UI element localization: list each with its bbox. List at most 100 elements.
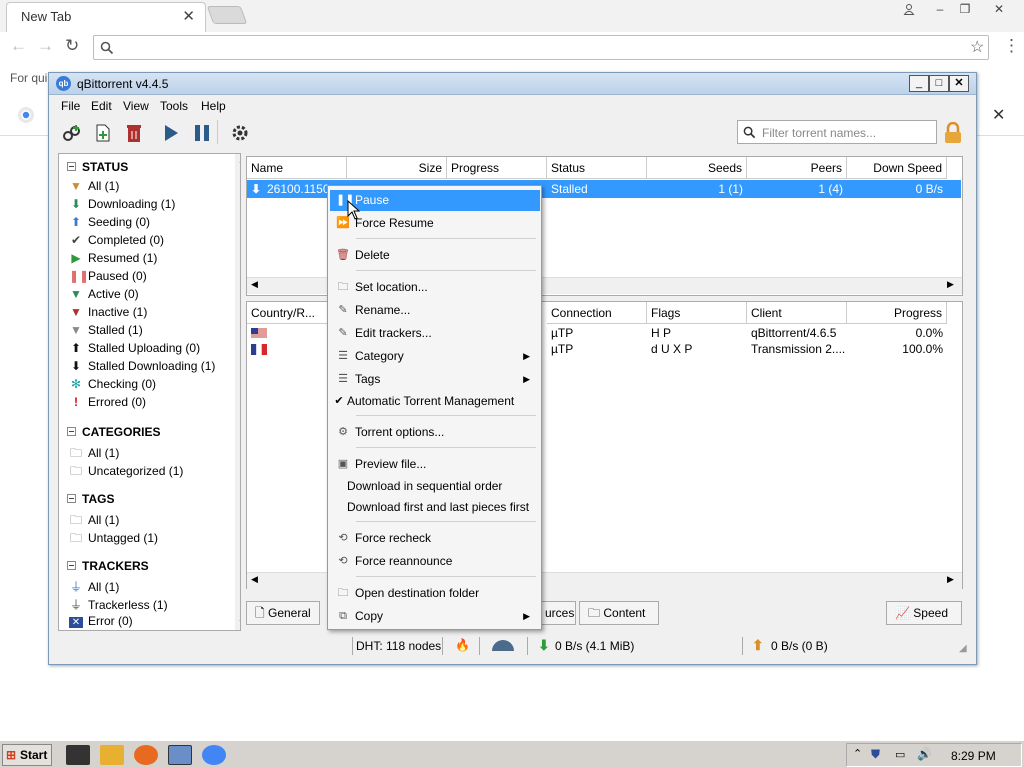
tracker-error[interactable]: ✕ Error (0) bbox=[69, 614, 133, 628]
sidebar-scrollbar[interactable]: ▲ ▼ bbox=[235, 154, 240, 630]
col-name[interactable]: Name bbox=[247, 157, 347, 179]
pause-icon[interactable] bbox=[192, 123, 212, 143]
trackers-heading[interactable]: TRACKERS bbox=[67, 559, 149, 573]
sidebar-item-downloading[interactable]: ⬇ Downloading (1) bbox=[69, 197, 175, 211]
col-flags[interactable]: Flags bbox=[647, 302, 747, 324]
col-client[interactable]: Client bbox=[747, 302, 847, 324]
tab-http-sources[interactable]: urces bbox=[536, 601, 576, 625]
sidebar-item-checking[interactable]: ✻ Checking (0) bbox=[69, 377, 156, 391]
start-button[interactable]: ⊞ Start bbox=[2, 744, 52, 766]
sidebar-item-seeding[interactable]: ⬆ Seeding (0) bbox=[69, 215, 150, 229]
menu-view[interactable]: View bbox=[123, 99, 149, 113]
qbt-close-icon[interactable]: ✕ bbox=[949, 75, 969, 92]
sidebar-item-paused[interactable]: ❚❚Paused (0) bbox=[69, 269, 147, 283]
qbt-minimize-icon[interactable]: _ bbox=[909, 75, 929, 92]
sidebar-item-stalled[interactable]: ▼ Stalled (1) bbox=[69, 323, 143, 337]
address-bar[interactable]: ☆ bbox=[93, 35, 989, 60]
tracker-all[interactable]: ⏚ All (1) bbox=[69, 578, 119, 595]
chrome-taskbar-icon[interactable] bbox=[202, 745, 226, 765]
infobar-close-icon[interactable]: ✕ bbox=[992, 105, 1005, 125]
sidebar-item-completed[interactable]: ✔ Completed (0) bbox=[69, 233, 164, 247]
menu-item-set-location[interactable]: 🗀 Set location... bbox=[330, 277, 540, 298]
menu-item-torrent-options[interactable]: ⚙ Torrent options... bbox=[330, 422, 540, 443]
new-tab-button[interactable] bbox=[206, 6, 248, 24]
category-uncategorized[interactable]: 🗀 Uncategorized (1) bbox=[69, 462, 183, 483]
bookmark-star-icon[interactable]: ☆ bbox=[970, 37, 984, 57]
menu-item-sequential-download[interactable]: Download in sequential order bbox=[330, 476, 540, 497]
scroll-down-icon[interactable]: ▼ bbox=[238, 618, 240, 627]
back-icon[interactable]: ← bbox=[10, 36, 27, 56]
resize-grip-icon[interactable]: ◢ bbox=[959, 643, 967, 654]
col-peers[interactable]: Peers bbox=[747, 157, 847, 179]
tracker-trackerless[interactable]: ⏚ Trackerless (1) bbox=[69, 596, 168, 613]
scroll-up-icon[interactable]: ▲ bbox=[238, 156, 240, 165]
tag-untagged[interactable]: 🗀 Untagged (1) bbox=[69, 529, 158, 550]
sidebar-item-resumed[interactable]: ▶ Resumed (1) bbox=[69, 251, 157, 265]
add-torrent-link-icon[interactable] bbox=[62, 123, 82, 143]
sidebar-item-inactive[interactable]: ▼ Inactive (1) bbox=[69, 305, 147, 319]
network-icon[interactable]: ▭ bbox=[895, 748, 905, 761]
sidebar-item-stalled-downloading[interactable]: ⬇ Stalled Downloading (1) bbox=[69, 359, 215, 373]
menu-item-auto-torrent-management[interactable]: ✔ Automatic Torrent Management bbox=[330, 391, 540, 412]
menu-item-open-destination[interactable]: 🗀 Open destination folder bbox=[330, 583, 540, 604]
menu-item-first-last-pieces[interactable]: Download first and last pieces first bbox=[330, 497, 540, 518]
categories-heading[interactable]: CATEGORIES bbox=[67, 425, 160, 439]
reload-icon[interactable]: ↻ bbox=[65, 36, 79, 56]
forward-icon[interactable]: → bbox=[37, 36, 54, 56]
chrome-menu-icon[interactable]: ⋮ bbox=[1003, 36, 1020, 56]
menu-item-force-resume[interactable]: ⏩ Force Resume bbox=[330, 213, 540, 234]
lock-icon[interactable] bbox=[942, 122, 964, 144]
browser-close-icon[interactable]: ✕ bbox=[984, 0, 1014, 18]
firefox-taskbar-icon[interactable] bbox=[134, 745, 158, 765]
scroll-right-icon[interactable]: ▶ bbox=[947, 279, 954, 290]
qbt-maximize-icon[interactable]: □ bbox=[929, 75, 949, 92]
col-connection[interactable]: Connection bbox=[547, 302, 647, 324]
sidebar-item-stalled-uploading[interactable]: ⬆ Stalled Uploading (0) bbox=[69, 341, 200, 355]
tab-content[interactable]: 🗀 Content bbox=[579, 601, 659, 625]
scroll-left-icon[interactable]: ◀ bbox=[251, 574, 258, 585]
download-speed[interactable]: 0 B/s (4.1 MiB) bbox=[555, 639, 634, 653]
delete-torrent-icon[interactable] bbox=[124, 123, 144, 143]
col-progress[interactable]: Progress bbox=[447, 157, 547, 179]
tab-general[interactable]: 🗋 General bbox=[246, 601, 320, 625]
col-size[interactable]: Size bbox=[347, 157, 447, 179]
status-heading[interactable]: STATUS bbox=[67, 160, 128, 174]
menu-file[interactable]: File bbox=[61, 99, 80, 113]
sidebar-item-active[interactable]: ▼ Active (0) bbox=[69, 287, 139, 301]
upload-speed[interactable]: 0 B/s (0 B) bbox=[771, 639, 828, 653]
sidebar-item-all[interactable]: ▼ All (1) bbox=[69, 179, 119, 193]
menu-item-category[interactable]: ☰ Category ▶ bbox=[330, 346, 540, 367]
qbittorrent-taskbar-icon[interactable] bbox=[168, 745, 192, 765]
menu-item-edit-trackers[interactable]: ✎ Edit trackers... bbox=[330, 323, 540, 344]
options-gear-icon[interactable] bbox=[230, 123, 250, 143]
restore-icon[interactable]: ❐ bbox=[950, 0, 980, 18]
menu-item-force-recheck[interactable]: ⟲ Force recheck bbox=[330, 528, 540, 549]
tray-expand-icon[interactable]: ⌃ bbox=[853, 747, 862, 760]
menu-item-rename[interactable]: ✎ Rename... bbox=[330, 300, 540, 321]
connection-status-icon[interactable]: 🔥 bbox=[455, 638, 470, 652]
clock[interactable]: 8:29 PM bbox=[951, 749, 996, 763]
menu-item-delete[interactable]: 🗑 Delete bbox=[330, 245, 540, 266]
add-torrent-file-icon[interactable] bbox=[93, 123, 113, 143]
resume-icon[interactable] bbox=[161, 123, 181, 143]
speed-limit-icon[interactable] bbox=[490, 640, 516, 652]
browser-tab[interactable]: New Tab ✕ bbox=[6, 2, 206, 32]
sidebar-item-errored[interactable]: ! Errored (0) bbox=[69, 395, 146, 409]
menu-item-preview-file[interactable]: ▣ Preview file... bbox=[330, 454, 540, 475]
col-down-speed[interactable]: Down Speed bbox=[847, 157, 947, 179]
menu-item-force-reannounce[interactable]: ⟲ Force reannounce bbox=[330, 551, 540, 572]
col-seeds[interactable]: Seeds bbox=[647, 157, 747, 179]
menu-help[interactable]: Help bbox=[201, 99, 226, 113]
tab-close-icon[interactable]: ✕ bbox=[182, 7, 195, 25]
col-peer-progress[interactable]: Progress bbox=[847, 302, 947, 324]
tab-speed[interactable]: 📈 Speed bbox=[886, 601, 962, 625]
volume-icon[interactable]: 🔊 bbox=[917, 747, 932, 761]
scroll-right-icon[interactable]: ▶ bbox=[947, 574, 954, 585]
menu-item-copy[interactable]: ⧉ Copy ▶ bbox=[330, 606, 540, 627]
menu-item-pause[interactable]: ❚❚ Pause bbox=[330, 190, 540, 211]
filter-torrent-input[interactable]: Filter torrent names... bbox=[737, 120, 937, 144]
col-status[interactable]: Status bbox=[547, 157, 647, 179]
menu-tools[interactable]: Tools bbox=[160, 99, 188, 113]
tags-heading[interactable]: TAGS bbox=[67, 492, 114, 506]
menu-item-tags[interactable]: ☰ Tags ▶ bbox=[330, 369, 540, 390]
